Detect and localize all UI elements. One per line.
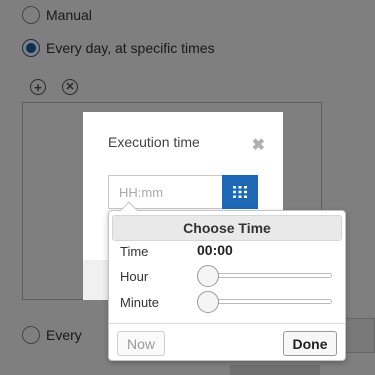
popup-divider	[109, 323, 345, 324]
minute-label: Minute	[120, 295, 160, 310]
done-button[interactable]: Done	[283, 331, 337, 356]
minute-slider-handle[interactable]	[197, 291, 219, 313]
page: Manual Every day, at specific times + ✕ …	[0, 0, 375, 375]
grid-icon	[233, 186, 247, 198]
time-picker-popup: Choose Time Time 00:00 Hour Minute Now D…	[108, 201, 346, 361]
now-button[interactable]: Now	[117, 331, 165, 356]
time-label: Time	[120, 244, 149, 259]
close-icon[interactable]: ✖	[252, 135, 265, 155]
hour-slider[interactable]	[197, 265, 332, 287]
dialog-title: Execution time	[108, 134, 200, 150]
hour-slider-handle[interactable]	[197, 265, 219, 287]
time-picker-button[interactable]	[222, 175, 258, 209]
hour-label: Hour	[120, 269, 149, 284]
minute-slider[interactable]	[197, 291, 332, 313]
time-picker-header: Choose Time	[112, 215, 342, 241]
time-value: 00:00	[197, 242, 233, 258]
